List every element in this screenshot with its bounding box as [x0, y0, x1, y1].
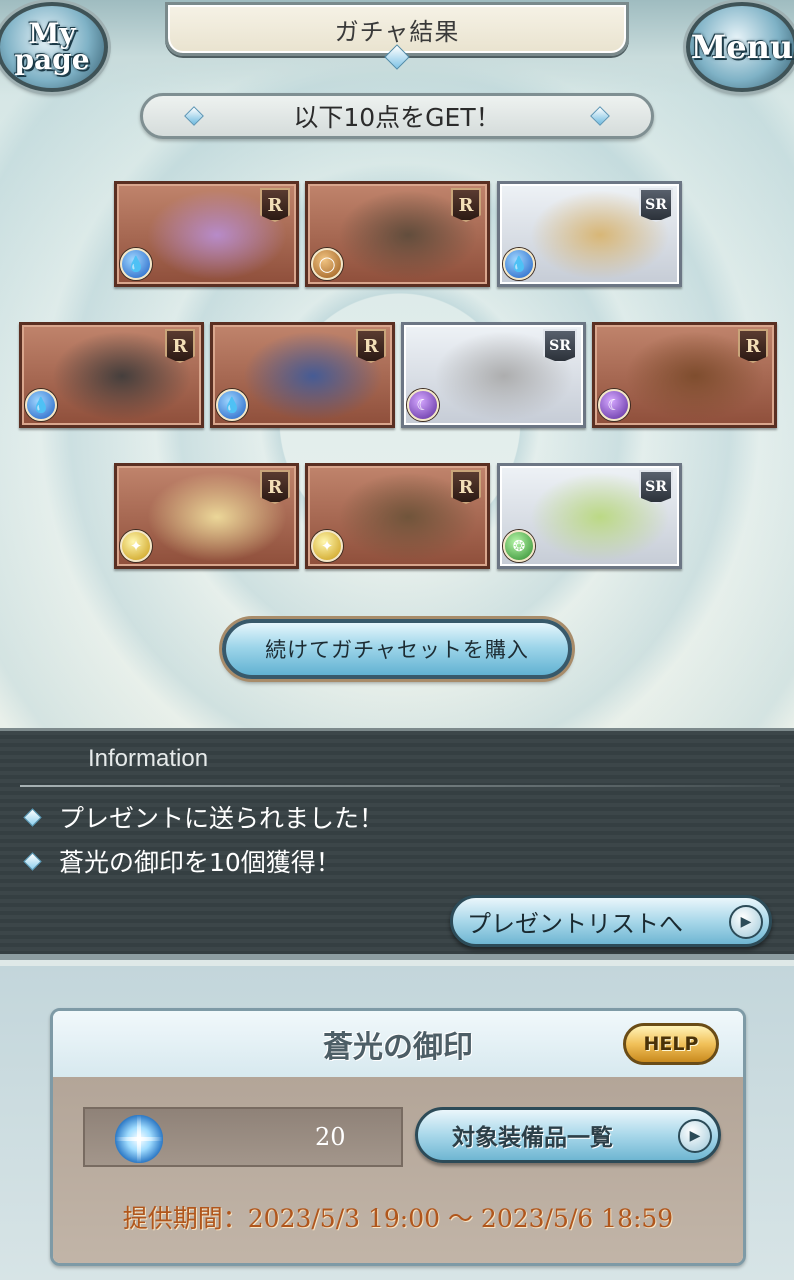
rarity-badge: R: [165, 329, 195, 363]
present-list-button[interactable]: プレゼントリストへ ▶: [450, 895, 772, 947]
present-list-label: プレゼントリストへ: [467, 909, 683, 938]
water-element-icon: 💧: [25, 389, 57, 421]
rarity-badge: SR: [639, 188, 673, 222]
seal-body: 20 対象装備品一覧 ▶ 提供期間：2023/5/3 19:00 〜 2023/…: [53, 1077, 743, 1263]
information-line-text: プレゼントに送られました！: [59, 804, 385, 833]
rarity-badge: R: [260, 188, 290, 222]
diamond-bullet-icon: [23, 851, 42, 871]
seal-area: 蒼光の御印 HELP 20 対象装備品一覧 ▶ 提供期間：2023/5/3 19…: [0, 966, 794, 1280]
rarity-badge: SR: [639, 470, 673, 504]
rarity-badge: R: [260, 470, 290, 504]
rarity-badge: R: [356, 329, 386, 363]
mypage-label: My page: [14, 17, 90, 76]
light-element-icon: ✦: [120, 530, 152, 562]
water-element-icon: 💧: [216, 389, 248, 421]
item-card-staff[interactable]: R 💧: [210, 322, 395, 428]
information-line: プレゼントに送られました！: [23, 799, 385, 835]
seal-panel: 蒼光の御印 HELP 20 対象装備品一覧 ▶ 提供期間：2023/5/3 19…: [50, 1008, 746, 1266]
target-equipment-list-button[interactable]: 対象装備品一覧 ▶: [415, 1107, 721, 1163]
water-element-icon: 💧: [503, 248, 535, 280]
diamond-icon: [184, 106, 204, 126]
item-card-character[interactable]: R 💧: [114, 181, 299, 287]
seal-header: 蒼光の御印 HELP: [53, 1011, 743, 1077]
rarity-badge: SR: [543, 329, 577, 363]
light-element-icon: ✦: [311, 530, 343, 562]
offer-period: 提供期間：2023/5/3 19:00 〜 2023/5/6 18:59: [122, 1204, 674, 1233]
dark-element-icon: ☾: [407, 389, 439, 421]
item-card-axe[interactable]: R ✦: [305, 463, 490, 569]
rarity-badge: R: [738, 329, 768, 363]
gacha-result-area: ガチャ結果 My page Menu 以下10点をGET！ R 💧 R ◯ SR 💧 R 💧 R…: [0, 0, 794, 728]
menu-label: Menu: [690, 28, 794, 66]
water-element-icon: 💧: [120, 248, 152, 280]
information-line: 蒼光の御印を10個獲得！: [23, 843, 341, 879]
rarity-badge: R: [451, 188, 481, 222]
item-card-summon[interactable]: R ◯: [305, 181, 490, 287]
buy-gacha-set-button[interactable]: 続けてガチャセットを購入: [222, 619, 572, 679]
help-button[interactable]: HELP: [623, 1023, 719, 1065]
wind-element-icon: ❂: [503, 530, 535, 562]
divider: [20, 785, 780, 787]
item-card-katana[interactable]: R 💧: [19, 322, 204, 428]
mypage-button[interactable]: My page: [0, 2, 108, 92]
seal-count: 20: [315, 1123, 346, 1151]
target-equipment-list-label: 対象装備品一覧: [452, 1125, 613, 1151]
get-banner-text: 以下10点をGET！: [293, 103, 501, 132]
diamond-icon: [590, 106, 610, 126]
rarity-badge: R: [451, 470, 481, 504]
play-arrow-icon: ▶: [729, 905, 763, 939]
earth-element-icon: ◯: [311, 248, 343, 280]
seal-title: 蒼光の御印: [323, 1030, 473, 1065]
get-banner: 以下10点をGET！: [140, 93, 654, 139]
information-panel: Information プレゼントに送られました！ 蒼光の御印を10個獲得！ プ…: [0, 728, 794, 960]
item-card-katana[interactable]: SR ☾: [401, 322, 586, 428]
information-line-text: 蒼光の御印を10個獲得！: [59, 848, 341, 877]
item-card-character[interactable]: SR ❂: [497, 463, 682, 569]
information-title: Information: [88, 745, 209, 772]
item-card-spear[interactable]: SR 💧: [497, 181, 682, 287]
crystal-icon: [115, 1115, 163, 1163]
item-card-summon[interactable]: R ☾: [592, 322, 777, 428]
buy-gacha-set-label: 続けてガチャセットを購入: [265, 638, 529, 662]
play-arrow-icon: ▶: [678, 1119, 712, 1153]
diamond-bullet-icon: [23, 807, 42, 827]
item-card-summon[interactable]: R ✦: [114, 463, 299, 569]
menu-button[interactable]: Menu: [686, 2, 794, 92]
page-title: ガチャ結果: [334, 17, 460, 46]
dark-element-icon: ☾: [598, 389, 630, 421]
seal-count-box: 20: [83, 1107, 403, 1167]
